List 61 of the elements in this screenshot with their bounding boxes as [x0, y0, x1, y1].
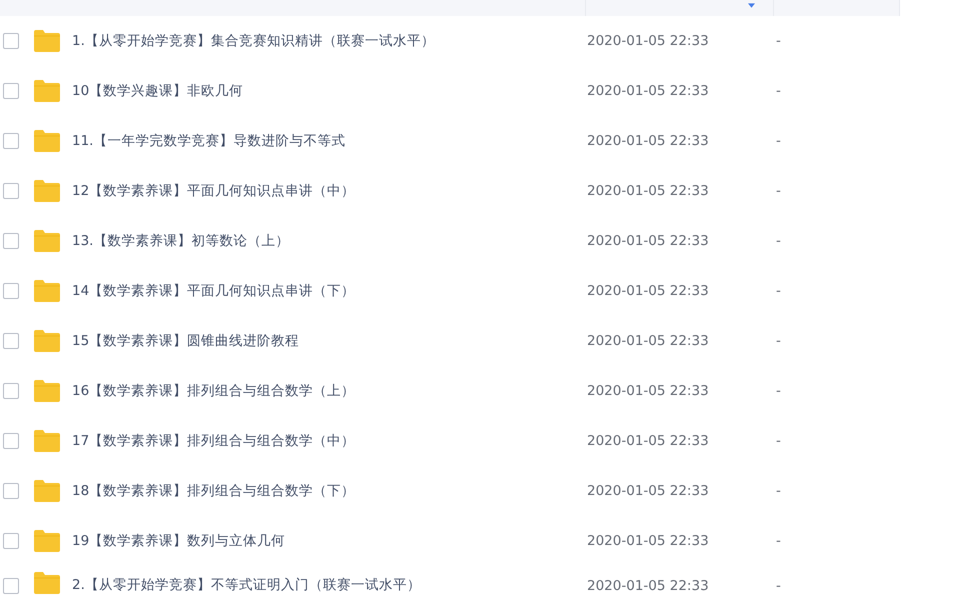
- folder-icon: [34, 130, 60, 152]
- checkbox[interactable]: [3, 483, 19, 499]
- modified-time: 2020-01-05 22:33: [587, 533, 710, 549]
- folder-icon: [34, 80, 60, 102]
- folder-icon: [34, 430, 60, 452]
- file-name[interactable]: 10【数学兴趣课】非欧几何: [72, 82, 587, 100]
- modified-time: 2020-01-05 22:33: [587, 383, 710, 399]
- file-size: -: [776, 383, 781, 399]
- folder-icon: [34, 572, 60, 594]
- file-size: -: [776, 483, 781, 499]
- modified-time: 2020-01-05 22:33: [587, 33, 710, 49]
- folder-icon: [34, 180, 60, 202]
- file-name[interactable]: 2.【从零开始学竞赛】不等式证明入门（联赛一试水平）: [72, 576, 587, 594]
- modified-time: 2020-01-05 22:33: [587, 233, 710, 249]
- file-name[interactable]: 18【数学素养课】排列组合与组合数学（下）: [72, 482, 587, 500]
- file-size: -: [776, 183, 781, 199]
- modified-time: 2020-01-05 22:33: [587, 578, 710, 594]
- file-size: -: [776, 283, 781, 299]
- file-size: -: [776, 333, 781, 349]
- checkbox[interactable]: [3, 133, 19, 149]
- file-size: -: [776, 33, 781, 49]
- file-name[interactable]: 16【数学素养课】排列组合与组合数学（上）: [72, 382, 587, 400]
- modified-time: 2020-01-05 22:33: [587, 133, 710, 149]
- modified-time: 2020-01-05 22:33: [587, 83, 710, 99]
- checkbox[interactable]: [3, 183, 19, 199]
- checkbox[interactable]: [3, 233, 19, 249]
- file-size: -: [776, 578, 781, 594]
- modified-time: 2020-01-05 22:33: [587, 433, 710, 449]
- checkbox[interactable]: [3, 578, 19, 594]
- modified-time: 2020-01-05 22:33: [587, 283, 710, 299]
- file-size: -: [776, 533, 781, 549]
- file-size: -: [776, 133, 781, 149]
- checkbox[interactable]: [3, 383, 19, 399]
- modified-time: 2020-01-05 22:33: [587, 483, 710, 499]
- folder-icon: [34, 330, 60, 352]
- file-size: -: [776, 433, 781, 449]
- checkbox[interactable]: [3, 33, 19, 49]
- file-name[interactable]: 14【数学素养课】平面几何知识点串讲（下）: [72, 282, 587, 300]
- folder-icon: [34, 380, 60, 402]
- file-name[interactable]: 12【数学素养课】平面几何知识点串讲（中）: [72, 182, 587, 200]
- file-name[interactable]: 13.【数学素养课】初等数论（上）: [72, 232, 587, 250]
- file-name[interactable]: 1.【从零开始学竞赛】集合竞赛知识精讲（联赛一试水平）: [72, 32, 587, 50]
- file-name[interactable]: 19【数学素养课】数列与立体几何: [72, 532, 587, 550]
- folder-icon: [34, 280, 60, 302]
- sort-caret-icon[interactable]: [748, 3, 755, 8]
- folder-icon: [34, 30, 60, 52]
- checkbox[interactable]: [3, 283, 19, 299]
- checkbox[interactable]: [3, 533, 19, 549]
- file-size: -: [776, 233, 781, 249]
- file-name[interactable]: 11.【一年学完数学竞赛】导数进阶与不等式: [72, 132, 587, 150]
- file-name[interactable]: 17【数学素养课】排列组合与组合数学（中）: [72, 432, 587, 450]
- folder-icon: [34, 480, 60, 502]
- file-name[interactable]: 15【数学素养课】圆锥曲线进阶教程: [72, 332, 587, 350]
- folder-icon: [34, 230, 60, 252]
- folder-icon: [34, 530, 60, 552]
- checkbox[interactable]: [3, 333, 19, 349]
- modified-time: 2020-01-05 22:33: [587, 183, 710, 199]
- file-size: -: [776, 83, 781, 99]
- checkbox[interactable]: [3, 433, 19, 449]
- modified-time: 2020-01-05 22:33: [587, 333, 710, 349]
- checkbox[interactable]: [3, 83, 19, 99]
